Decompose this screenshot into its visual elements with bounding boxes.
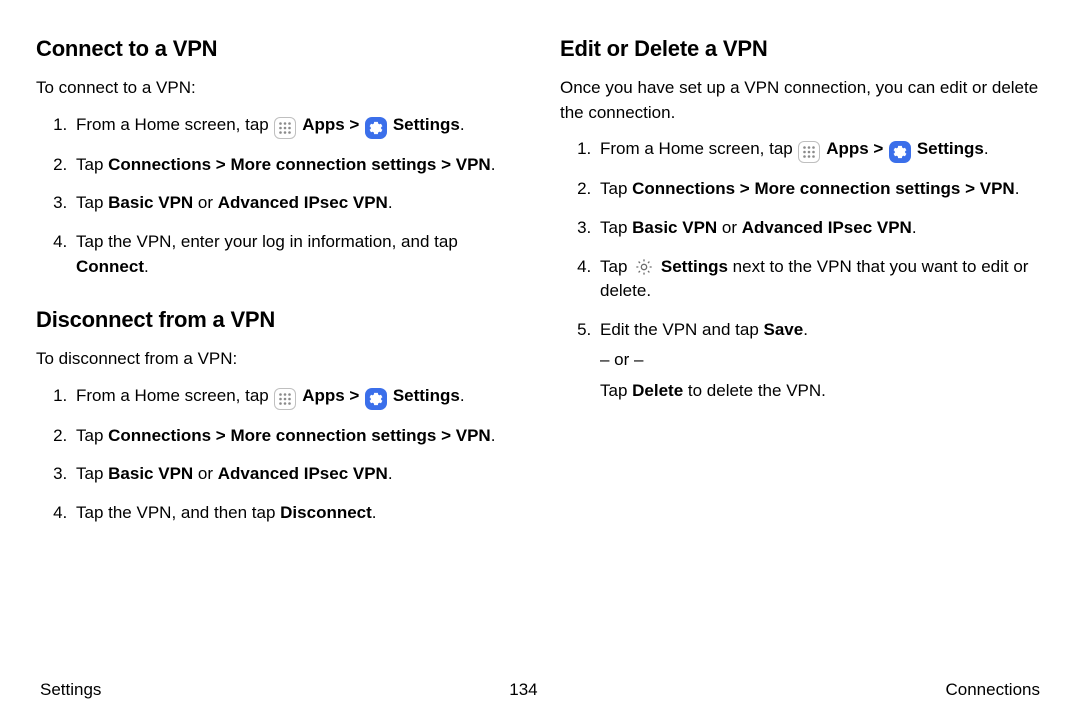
- step-4: Tap Settings next to the VPN that you wa…: [596, 255, 1044, 304]
- footer-right: Connections: [945, 680, 1040, 700]
- period: .: [491, 426, 496, 445]
- opt2: Advanced IPsec VPN: [218, 193, 388, 212]
- intro-edit: Once you have set up a VPN connection, y…: [560, 76, 1044, 125]
- steps-connect: From a Home screen, tap Apps > Settings.…: [36, 113, 520, 280]
- period: .: [912, 218, 917, 237]
- opt1: Basic VPN: [108, 193, 193, 212]
- manual-page: Connect to a VPN To connect to a VPN: Fr…: [0, 0, 1080, 720]
- step-2: Tap Connections > More connection settin…: [72, 153, 520, 178]
- period: .: [388, 193, 393, 212]
- step-3: Tap Basic VPN or Advanced IPsec VPN.: [72, 462, 520, 487]
- period: .: [491, 155, 496, 174]
- apps-icon: [274, 117, 296, 139]
- heading-connect-vpn: Connect to a VPN: [36, 36, 520, 62]
- or: or: [193, 464, 218, 483]
- path: Connections > More connection settings >…: [632, 179, 1015, 198]
- step-5: Edit the VPN and tap Save. – or – Tap De…: [596, 318, 1044, 404]
- intro-connect: To connect to a VPN:: [36, 76, 520, 101]
- period: .: [460, 115, 465, 134]
- step-1: From a Home screen, tap Apps > Settings.: [596, 137, 1044, 163]
- steps-edit: From a Home screen, tap Apps > Settings.…: [560, 137, 1044, 403]
- content-columns: Connect to a VPN To connect to a VPN: Fr…: [36, 36, 1044, 680]
- text: Tap: [600, 257, 632, 276]
- period: .: [388, 464, 393, 483]
- step-2: Tap Connections > More connection settin…: [72, 424, 520, 449]
- apps-label: Apps: [302, 115, 345, 134]
- step-3: Tap Basic VPN or Advanced IPsec VPN.: [596, 216, 1044, 241]
- settings-icon: [365, 117, 387, 139]
- apps-label: Apps: [826, 139, 869, 158]
- text: Tap: [76, 426, 108, 445]
- text: From a Home screen, tap: [76, 115, 273, 134]
- heading-disconnect-vpn: Disconnect from a VPN: [36, 307, 520, 333]
- period: .: [460, 386, 465, 405]
- path: Connections > More connection settings >…: [108, 155, 491, 174]
- text: Tap: [76, 193, 108, 212]
- apps-label: Apps: [302, 386, 345, 405]
- text: Tap: [76, 155, 108, 174]
- arrow: >: [869, 139, 888, 158]
- settings-label: Settings: [917, 139, 984, 158]
- opt2: Advanced IPsec VPN: [218, 464, 388, 483]
- step-2: Tap Connections > More connection settin…: [596, 177, 1044, 202]
- or: or: [717, 218, 742, 237]
- period: .: [984, 139, 989, 158]
- text: Edit the VPN and tap: [600, 320, 764, 339]
- settings-icon: [365, 388, 387, 410]
- connect-label: Connect: [76, 257, 144, 276]
- settings-label: Settings: [661, 257, 728, 276]
- or: or: [193, 193, 218, 212]
- arrow: >: [345, 115, 364, 134]
- settings-label: Settings: [393, 115, 460, 134]
- step-4: Tap the VPN, enter your log in informati…: [72, 230, 520, 279]
- apps-icon: [274, 388, 296, 410]
- period: .: [803, 320, 808, 339]
- opt1: Basic VPN: [108, 464, 193, 483]
- text: Tap: [76, 464, 108, 483]
- text: Tap: [600, 218, 632, 237]
- page-footer: Settings 134 Connections: [36, 680, 1044, 700]
- right-column: Edit or Delete a VPN Once you have set u…: [560, 36, 1044, 680]
- disconnect-label: Disconnect: [280, 503, 372, 522]
- text: From a Home screen, tap: [76, 386, 273, 405]
- text: Tap: [600, 381, 632, 400]
- delete-label: Delete: [632, 381, 683, 400]
- text: Tap the VPN, and then tap: [76, 503, 280, 522]
- step-1: From a Home screen, tap Apps > Settings.: [72, 113, 520, 139]
- step-4: Tap the VPN, and then tap Disconnect.: [72, 501, 520, 526]
- heading-edit-delete-vpn: Edit or Delete a VPN: [560, 36, 1044, 62]
- period: .: [144, 257, 149, 276]
- apps-icon: [798, 141, 820, 163]
- period: .: [1015, 179, 1020, 198]
- delete-line: Tap Delete to delete the VPN.: [600, 379, 1044, 404]
- opt1: Basic VPN: [632, 218, 717, 237]
- rest: to delete the VPN.: [683, 381, 826, 400]
- settings-icon: [889, 141, 911, 163]
- or-line: – or –: [600, 348, 1044, 373]
- period: .: [372, 503, 377, 522]
- step-3: Tap Basic VPN or Advanced IPsec VPN.: [72, 191, 520, 216]
- path: Connections > More connection settings >…: [108, 426, 491, 445]
- gear-icon: [633, 256, 655, 278]
- settings-label: Settings: [393, 386, 460, 405]
- steps-disconnect: From a Home screen, tap Apps > Settings.…: [36, 384, 520, 526]
- text: From a Home screen, tap: [600, 139, 797, 158]
- footer-page-number: 134: [509, 680, 537, 700]
- step-1: From a Home screen, tap Apps > Settings.: [72, 384, 520, 410]
- intro-disconnect: To disconnect from a VPN:: [36, 347, 520, 372]
- text: Tap: [600, 179, 632, 198]
- opt2: Advanced IPsec VPN: [742, 218, 912, 237]
- footer-left: Settings: [40, 680, 101, 700]
- save-label: Save: [764, 320, 804, 339]
- arrow: >: [345, 386, 364, 405]
- left-column: Connect to a VPN To connect to a VPN: Fr…: [36, 36, 520, 680]
- text: Tap the VPN, enter your log in informati…: [76, 232, 458, 251]
